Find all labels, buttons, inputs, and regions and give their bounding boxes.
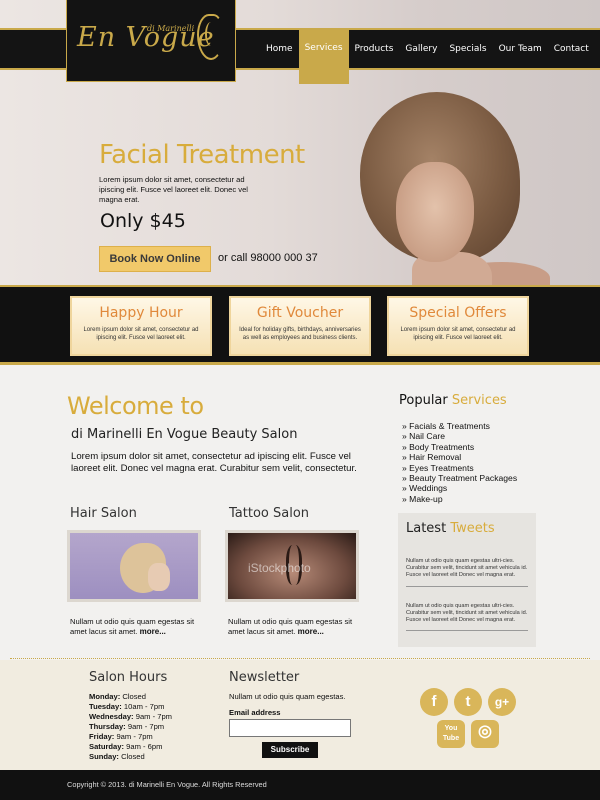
service-item[interactable]: » Beauty Treatment Packages — [402, 473, 517, 483]
latest-tweets-box: Latest Tweets Nullam ut odio quis quam e… — [398, 513, 536, 647]
nav-specials[interactable]: Specials — [443, 30, 492, 68]
hero-price: Only $45 — [100, 210, 186, 232]
feature-title: Gift Voucher — [256, 305, 344, 321]
hero-description: Lorem ipsum dolor sit amet, consectetur … — [99, 175, 248, 204]
feature-title: Special Offers — [409, 305, 507, 321]
welcome-title: Welcome to — [67, 392, 204, 420]
hair-salon-more-link[interactable]: more... — [140, 627, 166, 636]
welcome-text: Lorem ipsum dolor sit amet, consectetur … — [71, 451, 357, 474]
google-plus-icon[interactable]: g+ — [488, 688, 516, 716]
hours-row: Tuesday: 10am - 7pm — [89, 702, 165, 711]
nav-services[interactable]: Services — [298, 28, 349, 84]
nav-our-team[interactable]: Our Team — [493, 30, 548, 68]
service-item[interactable]: » Eyes Treatments — [402, 463, 517, 473]
feature-band: Happy Hour Lorem ipsum dolor sit amet, c… — [0, 285, 600, 365]
service-item[interactable]: » Nail Care — [402, 431, 517, 441]
tattoo-salon-text: Nullam ut odio quis quam egestas sit ame… — [228, 617, 353, 636]
nav-products[interactable]: Products — [349, 30, 400, 68]
salon-hours-title: Salon Hours — [89, 670, 168, 685]
feature-happy-hour[interactable]: Happy Hour Lorem ipsum dolor sit amet, c… — [70, 296, 212, 356]
nav-gallery[interactable]: Gallery — [399, 30, 443, 68]
feature-gift-voucher[interactable]: Gift Voucher Ideal for holiday gifts, bi… — [229, 296, 371, 356]
services-list: » Facials & Treatments » Nail Care » Bod… — [402, 421, 517, 504]
tweets-title: Latest Tweets — [406, 521, 495, 536]
book-now-button[interactable]: Book Now Online — [99, 246, 211, 272]
photo-watermark: iStockphoto — [248, 561, 311, 575]
feature-text: Lorem ipsum dolor sit amet, consectetur … — [83, 327, 199, 341]
hair-salon-photo[interactable] — [67, 530, 201, 602]
email-label: Email address — [229, 708, 281, 717]
service-item[interactable]: » Body Treatments — [402, 442, 517, 452]
hours-row: Saturday: 9am - 6pm — [89, 742, 163, 751]
nav-contact[interactable]: Contact — [548, 30, 595, 68]
tweet-item: Nullam ut odio quis quam egestas ultri-c… — [406, 595, 528, 632]
facebook-icon[interactable]: f — [420, 688, 448, 716]
hours-row: Wednesday: 9am - 7pm — [89, 712, 173, 721]
hours-row: Monday: Closed — [89, 692, 146, 701]
newsletter-title: Newsletter — [229, 670, 300, 685]
model-photo — [360, 92, 550, 285]
tweet-item: Nullam ut odio quis quam egestas ultri-c… — [406, 550, 528, 587]
hours-row: Sunday: Closed — [89, 752, 145, 761]
feature-text: Lorem ipsum dolor sit amet, consectetur … — [400, 327, 516, 341]
section-divider — [10, 658, 590, 659]
hours-row: Friday: 9am - 7pm — [89, 732, 153, 741]
feature-text: Ideal for holiday gifts, birthdays, anni… — [239, 327, 361, 341]
instagram-icon[interactable]: ◎ — [471, 720, 499, 748]
hero-title: Facial Treatment — [99, 140, 305, 170]
twitter-icon[interactable]: t — [454, 688, 482, 716]
hair-salon-text: Nullam ut odio quis quam egestas sit ame… — [70, 617, 195, 636]
nav-home[interactable]: Home — [260, 30, 299, 68]
main-nav: Home Services Products Gallery Specials … — [260, 28, 595, 84]
service-item[interactable]: » Hair Removal — [402, 452, 517, 462]
tattoo-salon-photo[interactable]: iStockphoto — [225, 530, 359, 602]
copyright-text: Copyright © 2013. di Marinelli En Vogue.… — [67, 780, 267, 789]
popular-services-title: Popular Services — [399, 393, 507, 408]
feature-special-offers[interactable]: Special Offers Lorem ipsum dolor sit ame… — [387, 296, 529, 356]
logo[interactable]: En Vogue di Marinelli — [66, 0, 236, 82]
service-item[interactable]: » Make-up — [402, 494, 517, 504]
tattoo-salon-title: Tattoo Salon — [229, 506, 310, 521]
newsletter-text: Nullam ut odio quis quam egestas. — [229, 692, 346, 701]
call-text: or call 98000 000 37 — [218, 252, 318, 264]
email-field[interactable] — [229, 719, 351, 737]
welcome-subtitle: di Marinelli En Vogue Beauty Salon — [71, 427, 298, 442]
hair-salon-title: Hair Salon — [70, 506, 137, 521]
tattoo-salon-more-link[interactable]: more... — [298, 627, 324, 636]
service-item[interactable]: » Facials & Treatments — [402, 421, 517, 431]
salon-hours-list: Monday: Closed Tuesday: 10am - 7pm Wedne… — [89, 692, 172, 762]
logo-face-icon — [197, 14, 223, 60]
logo-subtext: di Marinelli — [147, 24, 195, 33]
subscribe-button[interactable]: Subscribe — [262, 742, 318, 758]
youtube-icon[interactable]: You Tube — [437, 720, 465, 748]
hours-row: Thursday: 9am - 7pm — [89, 722, 165, 731]
service-item[interactable]: » Weddings — [402, 483, 517, 493]
feature-title: Happy Hour — [99, 305, 183, 321]
